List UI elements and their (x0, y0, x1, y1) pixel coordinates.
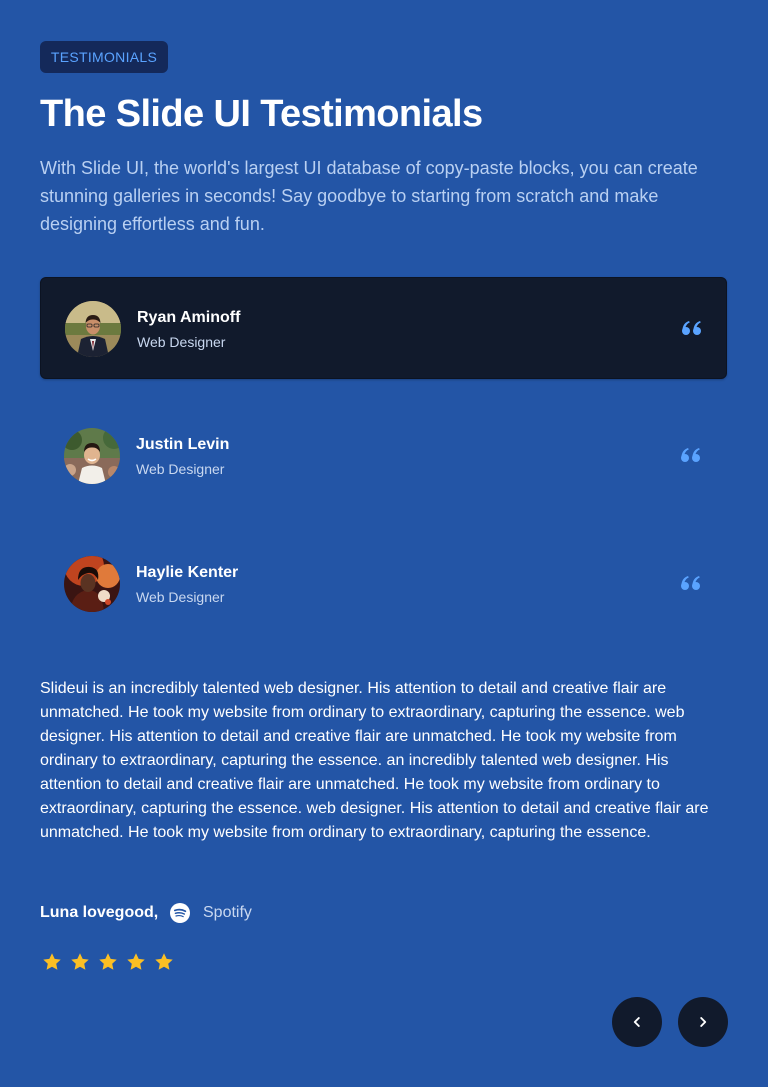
avatar (65, 301, 121, 357)
testimonial-role: Web Designer (136, 589, 225, 605)
star-icon (99, 953, 117, 970)
testimonial-text: Slideui is an incredibly talented web de… (40, 680, 709, 841)
avatar (64, 428, 120, 484)
star-rating (41, 951, 175, 973)
section-badge: TESTIMONIALS (40, 41, 168, 73)
spotify-icon (170, 903, 190, 923)
star-icon (155, 953, 173, 970)
testimonial-name: Haylie Kenter (136, 564, 239, 581)
testimonial-name: Ryan Aminoff (137, 309, 241, 326)
chevron-left-icon (633, 1017, 640, 1027)
author-name: Luna lovegood, (40, 904, 159, 921)
testimonial-card-justin-levin[interactable]: Justin Levin Web Designer (40, 405, 727, 507)
star-icon (127, 953, 145, 970)
quote-icon (681, 576, 700, 590)
star-icon (43, 953, 61, 970)
star-icon (71, 953, 89, 970)
testimonial-name: Justin Levin (136, 436, 230, 453)
avatar (64, 556, 120, 612)
company-name: Spotify (203, 904, 252, 921)
quote-icon (682, 321, 701, 335)
next-button[interactable] (678, 997, 728, 1047)
testimonial-role: Web Designer (136, 461, 225, 477)
previous-button[interactable] (612, 997, 662, 1047)
chevron-right-icon (700, 1017, 707, 1027)
intro-paragraph: With Slide UI, the world's largest UI da… (40, 158, 698, 234)
testimonial-card-haylie-kenter[interactable]: Haylie Kenter Web Designer (40, 533, 727, 635)
quote-icon (681, 448, 700, 462)
testimonial-role: Web Designer (137, 334, 226, 350)
testimonial-card-ryan-aminoff[interactable]: Ryan Aminoff Web Designer (40, 277, 727, 379)
page-title: The Slide UI Testimonials (40, 93, 483, 135)
